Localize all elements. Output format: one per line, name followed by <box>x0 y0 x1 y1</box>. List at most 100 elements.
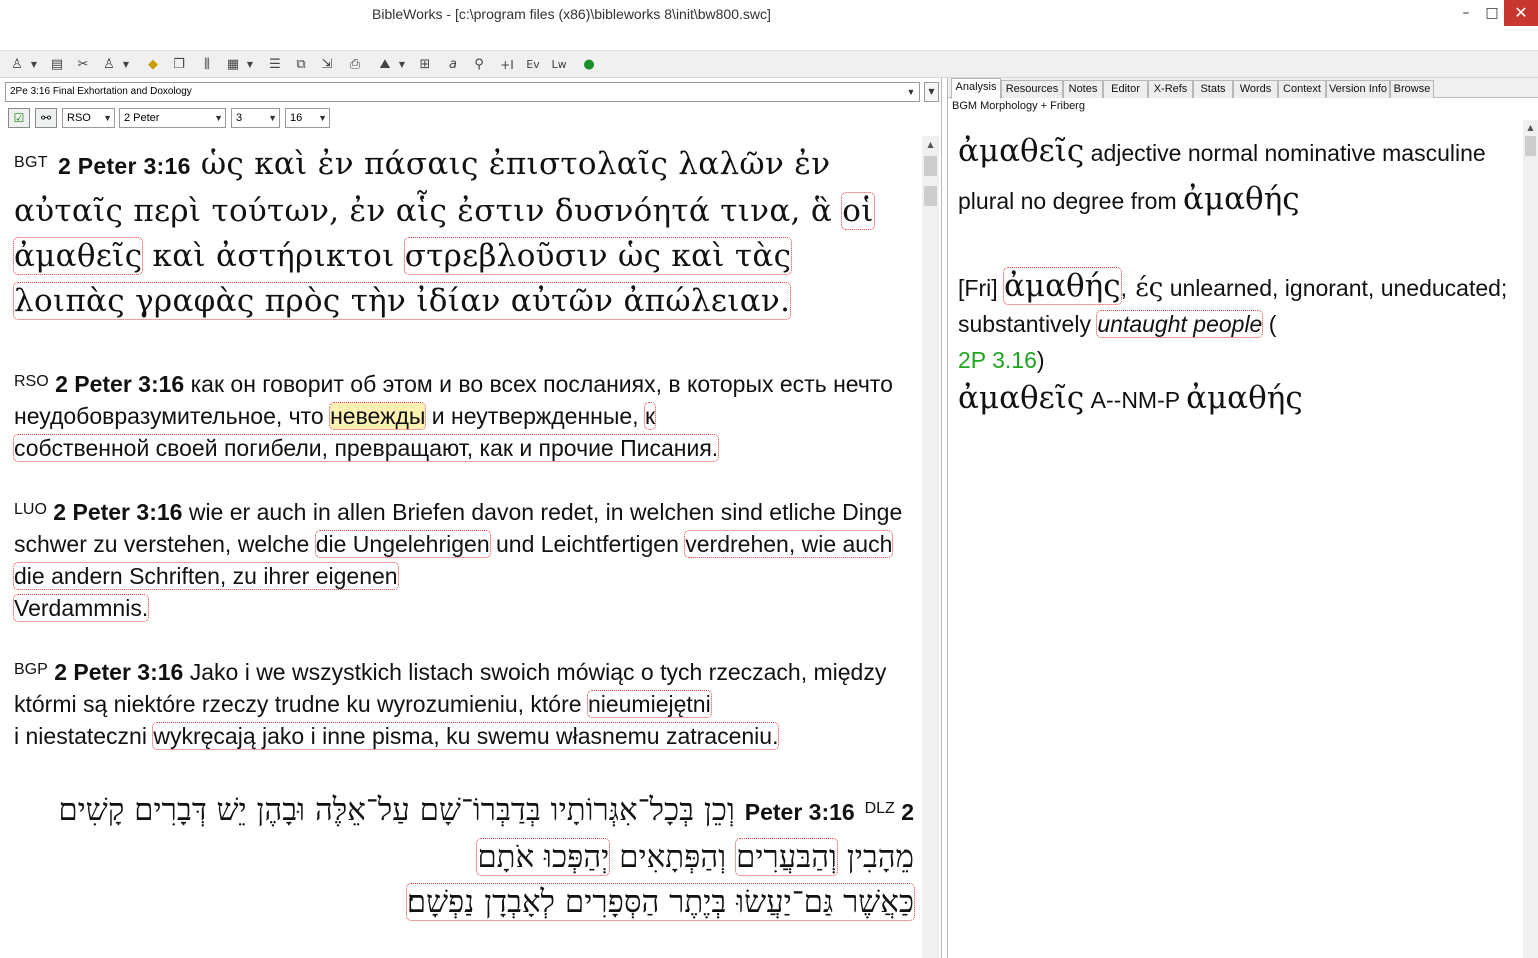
layout-icon[interactable]: ⊞ <box>414 55 436 75</box>
chevron-down-icon: ▼ <box>214 113 223 123</box>
morph-word[interactable]: ἀμαθεῖς <box>958 380 1084 416</box>
person-icon[interactable]: ♙ <box>98 55 120 75</box>
tab-version-info[interactable]: Version Info <box>1326 80 1390 98</box>
export-icon[interactable]: ⇲ <box>316 55 338 75</box>
verse-rso[interactable]: RSO 2 Peter 3:16 как он говорит об этом … <box>12 368 914 464</box>
lemma[interactable]: ἀμαθής <box>1183 181 1300 217</box>
lexicon-source: [Fri] <box>958 275 998 301</box>
verse-reference[interactable]: 2 Peter 3:16 <box>53 499 182 525</box>
columns-icon[interactable]: ⫼ <box>196 55 218 75</box>
tab-resources[interactable]: Resources <box>1001 80 1063 98</box>
highlight-phrase[interactable]: wykręcają jako i inne pisma, ku swemu wł… <box>152 722 780 750</box>
chevron-down-icon[interactable]: ▼ <box>28 55 40 75</box>
chevron-down-icon[interactable]: ▼ <box>396 55 408 75</box>
check-icon[interactable]: ☑ <box>8 108 30 128</box>
verse-text[interactable]: וְהַפְּתָאִים <box>609 839 736 875</box>
verse-bgt[interactable]: BGT 2 Peter 3:16 ὡς καὶ ἐν πάσαις ἐπιστο… <box>12 142 914 324</box>
chevron-down-icon[interactable]: ▼ <box>903 83 919 101</box>
scroll-up-icon[interactable]: ▲ <box>922 136 939 153</box>
highlight-phrase[interactable]: יְהַפְּכוּ אֹתָם <box>476 838 611 876</box>
grid-icon[interactable]: ▦ <box>222 55 244 75</box>
morph-code: A--NM-P <box>1090 387 1180 413</box>
verse-select[interactable]: 16 ▼ <box>285 108 330 128</box>
chapter-select[interactable]: 3 ▼ <box>231 108 280 128</box>
highlight-phrase[interactable]: στρεβλοῦσιν ὡς καὶ τὰς <box>403 237 793 275</box>
copy-icon[interactable]: ⧉ <box>290 55 312 75</box>
tab-words[interactable]: Words <box>1233 80 1278 98</box>
verse-text[interactable]: и неутвержденные, <box>425 403 645 429</box>
verse-header-select[interactable]: 2Pe 3:16 Final Exhortation and Doxology … <box>5 82 920 102</box>
scroll-up-icon[interactable]: ▲ <box>1523 120 1538 135</box>
tab-context[interactable]: Context <box>1278 80 1326 98</box>
maximize-button[interactable]: □ <box>1478 0 1506 26</box>
gold-icon[interactable]: ◆ <box>142 55 164 75</box>
highlight-phrase[interactable]: Verdammnis. <box>12 594 150 622</box>
list-icon[interactable]: ☰ <box>264 55 286 75</box>
verse-reference[interactable]: 2 Peter 3:16 <box>54 659 183 685</box>
tab-browse[interactable]: Browse <box>1390 80 1434 98</box>
verse-reference[interactable]: 2 Peter 3:16 <box>55 371 184 397</box>
word-icon[interactable]: a <box>442 55 464 75</box>
print-icon[interactable]: ⎙ <box>344 55 366 75</box>
highlight-phrase[interactable]: λοιπὰς γραφὰς πρὸς τὴν ἰδίαν αὐτῶν ἀπώλε… <box>12 282 792 320</box>
version-label: DLZ <box>864 800 895 817</box>
scripture-link[interactable]: 2P 3.16 <box>958 347 1037 373</box>
book-select[interactable]: 2 Peter ▼ <box>119 108 226 128</box>
tab-stats[interactable]: Stats <box>1193 80 1233 98</box>
verse-text[interactable]: καὶ ἀστήρικτοι <box>142 238 404 274</box>
tab-notes[interactable]: Notes <box>1063 80 1103 98</box>
analysis-tabs: Analysis Resources Notes Editor X-Refs S… <box>948 78 1538 99</box>
lexicon-headword[interactable]: ἀμαθής <box>1003 267 1122 305</box>
parsed-word[interactable]: ἀμαθεῖς <box>958 133 1084 169</box>
version-label: LUO <box>14 501 47 518</box>
verse-text[interactable]: und Leichtfertigen <box>490 531 686 557</box>
verse-reference[interactable]: 2 Peter 3:16 <box>58 153 191 179</box>
right-scrollbar[interactable]: ▲ <box>1523 120 1538 958</box>
lw-icon[interactable]: Lw <box>548 55 570 75</box>
person-icon[interactable]: ♙ <box>6 55 28 75</box>
verse-display[interactable]: BGT 2 Peter 3:16 ὡς καὶ ἐν πάσαις ἐπιστο… <box>5 136 921 958</box>
window-icon[interactable]: ❐ <box>168 55 190 75</box>
chevron-down-icon: ▼ <box>103 113 112 123</box>
chevron-down-icon[interactable]: ▼ <box>244 55 256 75</box>
scrollbar-thumb[interactable] <box>924 186 937 206</box>
morph-lemma[interactable]: ἀμαθής <box>1186 380 1303 416</box>
analysis-content: ἀμαθεῖς adjective normal nominative masc… <box>958 128 1518 420</box>
verse-bgp[interactable]: BGP 2 Peter 3:16 Jako i we wszystkich li… <box>14 656 914 752</box>
selected-word[interactable]: невежды <box>329 402 427 430</box>
minimize-button[interactable]: – <box>1452 0 1480 26</box>
plus-icon[interactable]: +I <box>496 55 518 75</box>
chevron-down-icon: ▼ <box>268 113 277 123</box>
chevron-down-icon[interactable]: ▼ <box>120 55 132 75</box>
highlight-phrase[interactable]: die Ungelehrigen <box>314 530 491 558</box>
close-button[interactable]: ✕ <box>1504 0 1538 26</box>
verse-dlz[interactable]: 2 Peter 3:16 DLZ וְכֵן בְּכָל־אִגְּרוֹתָ… <box>14 788 916 925</box>
highlight-phrase[interactable]: nieumiejętni <box>586 690 712 718</box>
highlight-phrase[interactable]: כַּאֲשֶׁר גַּם־יַעֲשׂוּ בְּיֶתֶר הַסְּפָ… <box>405 883 916 921</box>
book-icon[interactable]: ▤ <box>46 55 68 75</box>
chevron-down-icon[interactable]: ▼ <box>924 82 939 102</box>
verse-luo[interactable]: LUO 2 Peter 3:16 wie er auch in allen Br… <box>12 496 914 624</box>
map-icon[interactable]: ⛰ <box>374 55 396 75</box>
scrollbar-thumb[interactable] <box>924 156 937 176</box>
search-icon[interactable]: ⚲ <box>468 55 490 75</box>
tab-editor[interactable]: Editor <box>1103 80 1148 98</box>
lexicon-italic[interactable]: untaught people <box>1096 310 1264 338</box>
ev-icon[interactable]: Ev <box>522 55 544 75</box>
globe-icon[interactable]: ● <box>578 55 600 75</box>
link-icon[interactable]: ⚯ <box>35 108 57 128</box>
verse-text[interactable]: i niestateczni <box>14 723 153 749</box>
tools-icon[interactable]: ✂ <box>72 55 94 75</box>
highlight-phrase[interactable]: собственной своей погибели, превращают, … <box>12 434 720 462</box>
lexicon-paren: ( <box>1262 311 1277 337</box>
scrollbar-thumb[interactable] <box>1525 136 1536 156</box>
left-scrollbar[interactable]: ▲ <box>922 136 939 958</box>
version-select[interactable]: RSO ▼ <box>62 108 115 128</box>
tab-analysis[interactable]: Analysis <box>951 78 1001 99</box>
highlight-phrase[interactable]: וְהַבּעֲרִים <box>735 838 838 876</box>
highlight-phrase[interactable]: к <box>643 402 657 430</box>
tab-xrefs[interactable]: X-Refs <box>1148 80 1193 98</box>
bibleworks-window: BibleWorks - [c:\program files (x86)\bib… <box>0 0 1538 958</box>
chevron-down-icon: ▼ <box>318 113 327 123</box>
